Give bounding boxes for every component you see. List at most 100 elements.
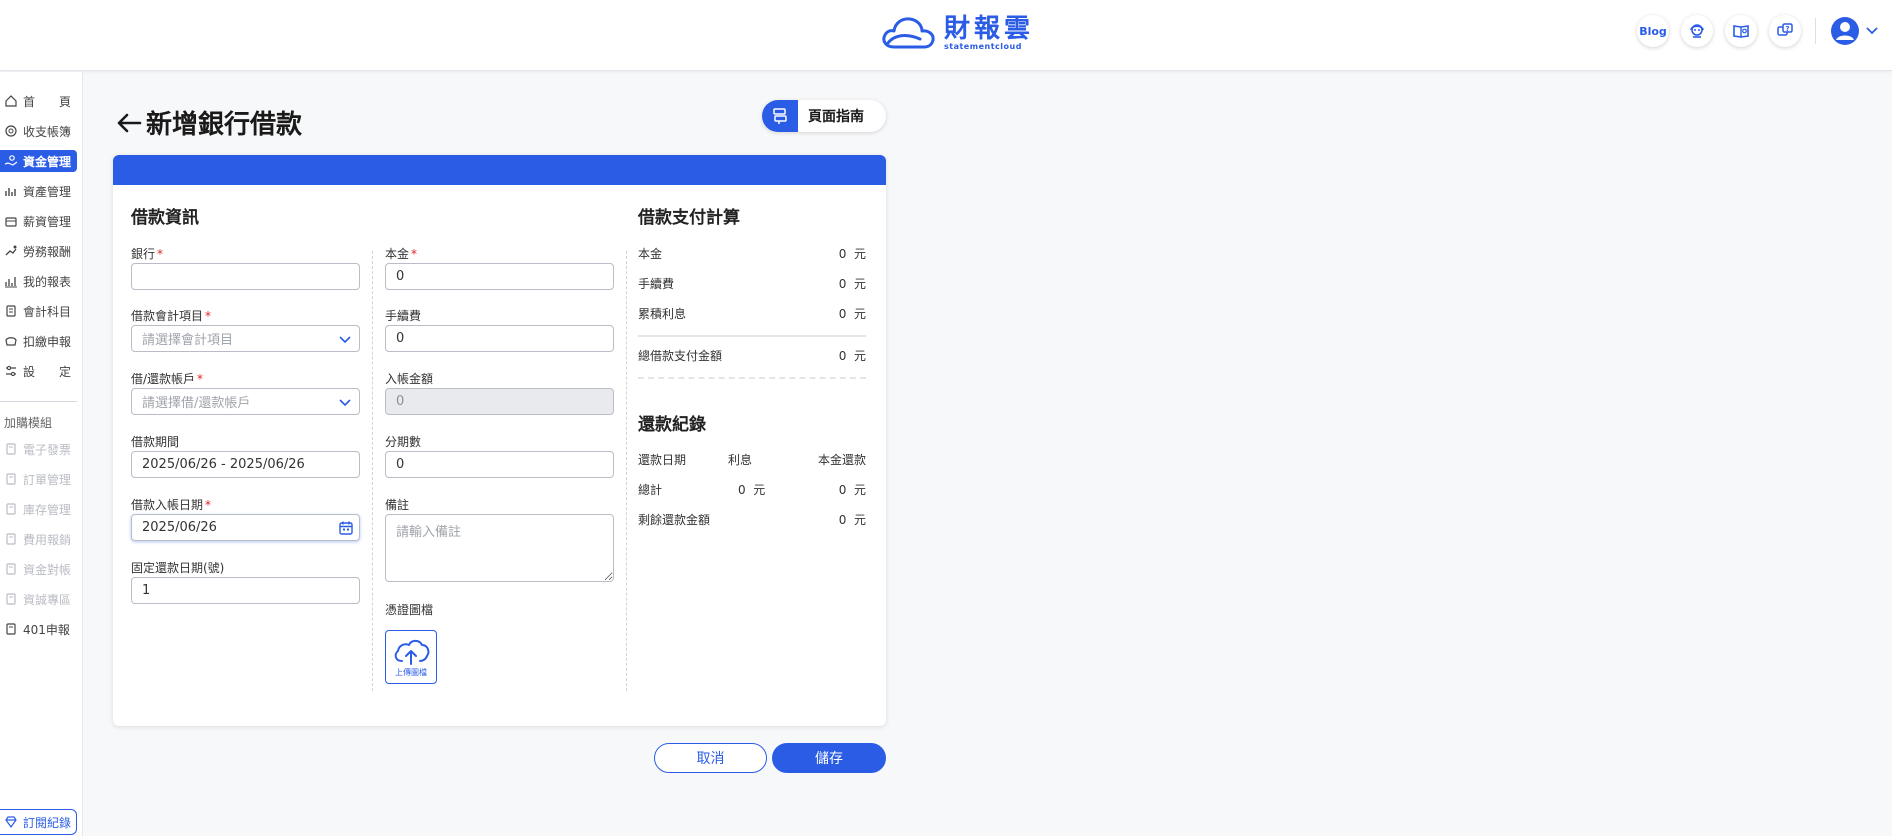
- fixed-day-label: 固定還款日期(號): [131, 561, 225, 575]
- calc-row-interest: 累積利息 0 元: [638, 305, 866, 322]
- principal-input[interactable]: [385, 263, 614, 290]
- sidebar-addon-expenses[interactable]: 費用報銷: [0, 528, 77, 550]
- note-textarea[interactable]: [385, 514, 614, 582]
- calc-row-fee: 手續費 0 元: [638, 275, 866, 292]
- faq-button[interactable]: ?: [1769, 15, 1801, 47]
- repay-account-select[interactable]: 請選擇借/還款帳戶: [131, 388, 360, 415]
- sidebar-item-label: 勞務報酬: [23, 244, 72, 259]
- fee-input[interactable]: [385, 325, 614, 352]
- back-button[interactable]: [116, 113, 142, 133]
- support-button[interactable]: [1681, 15, 1713, 47]
- chevron-down-icon: [339, 399, 351, 407]
- repay-account-placeholder: 請選擇借/還款帳戶: [142, 396, 251, 411]
- installments-input[interactable]: [385, 451, 614, 478]
- sidebar-addon-inventory[interactable]: 庫存管理: [0, 498, 77, 520]
- loan-info-title: 借款資訊: [131, 208, 199, 228]
- records-title: 還款紀錄: [638, 415, 706, 435]
- posted-amount-value: 0: [396, 394, 405, 409]
- ledger-icon: [6, 305, 16, 317]
- period-label: 借款期間: [131, 435, 180, 449]
- user-menu-toggle[interactable]: [1862, 21, 1882, 41]
- calc-row-value: 0: [838, 247, 847, 261]
- header-divider: [1815, 18, 1816, 44]
- manual-button[interactable]: [1725, 15, 1757, 47]
- calc-row-value: 0: [838, 277, 847, 291]
- deposit-date-input[interactable]: 2025/06/26: [131, 514, 360, 541]
- account-item-placeholder: 請選擇會計項目: [142, 333, 234, 348]
- report-icon: [5, 277, 17, 288]
- records-col-principal: 本金還款: [817, 453, 866, 467]
- account-item-select[interactable]: 請選擇會計項目: [131, 325, 360, 352]
- brand-name: 財報雲: [944, 13, 1035, 44]
- calc-row-label: 本金: [638, 247, 663, 261]
- currency-unit: 元: [853, 483, 866, 497]
- payroll-icon: [5, 217, 17, 227]
- sidebar-item-label: 401申報: [23, 622, 70, 637]
- note-label: 備註: [385, 498, 410, 512]
- module-icon: [6, 503, 16, 515]
- calendar-icon[interactable]: [338, 520, 354, 536]
- currency-unit: 元: [853, 307, 866, 321]
- sidebar-item-label: 我的報表: [23, 274, 72, 289]
- records-col-interest: 利息: [728, 453, 753, 467]
- support-robot-icon: [1690, 24, 1704, 38]
- page-title-text: 新增銀行借款: [146, 110, 303, 140]
- hand-money-icon: [4, 155, 18, 166]
- sidebar-item-accounts[interactable]: 會計科目: [0, 300, 77, 322]
- page-guide-button[interactable]: 頁面指南: [762, 100, 886, 132]
- sidebar-item-assets[interactable]: 資產管理: [0, 180, 77, 202]
- module-icon: [6, 473, 16, 485]
- brand-logo[interactable]: 財報雲 statementcloud: [880, 12, 1034, 54]
- sidebar-item-withholding[interactable]: 扣繳申報: [0, 330, 77, 352]
- sidebar-addon-pwc[interactable]: 資誠專區: [0, 588, 77, 610]
- calc-total-value: 0: [838, 349, 847, 363]
- sidebar-item-label: 資誠專區: [23, 592, 72, 607]
- module-icon: [6, 533, 16, 545]
- sidebar-item-payroll[interactable]: 薪資管理: [0, 210, 77, 232]
- sidebar-addon-einvoice[interactable]: 電子發票: [0, 438, 77, 460]
- calc-row-total: 總借款支付金額 0 元: [638, 347, 866, 364]
- bank-input[interactable]: [131, 263, 360, 290]
- settings-icon: [6, 365, 16, 377]
- page-guide-label: 頁面指南: [808, 109, 864, 125]
- chevron-down-icon: [1866, 27, 1878, 35]
- calc-total-label: 總借款支付金額: [638, 349, 723, 363]
- installments-label: 分期數: [385, 435, 422, 449]
- records-header: 還款日期 利息 本金還款: [638, 451, 866, 468]
- fee-label: 手續費: [385, 309, 422, 323]
- sidebar-item-funds[interactable]: 資金管理: [0, 150, 77, 172]
- upload-image-button[interactable]: 上傳圖檔: [385, 630, 437, 684]
- column-divider: [626, 251, 627, 691]
- sidebar-addon-401[interactable]: 401申報: [0, 618, 77, 640]
- records-total-interest: 0: [738, 483, 746, 497]
- addon-group-title: 加購模組: [4, 416, 53, 430]
- page-title: 新增銀行借款: [116, 104, 302, 141]
- sidebar-addon-orders[interactable]: 訂單管理: [0, 468, 77, 490]
- loan-form-card: 借款資訊 銀行 * 借款會計項目 * 請選擇會計項目 借/還款帳戶 * 請選擇借/還款…: [113, 155, 886, 726]
- calc-divider: [638, 335, 866, 337]
- principal-label: 本金 *: [385, 247, 418, 261]
- bank-label: 銀行 *: [131, 247, 164, 261]
- fixed-day-input[interactable]: [131, 577, 360, 604]
- sidebar-item-ledger[interactable]: 收支帳簿: [0, 120, 77, 142]
- user-avatar[interactable]: [1828, 14, 1862, 48]
- user-icon: [1831, 17, 1859, 45]
- sidebar-item-reports[interactable]: 我的報表: [0, 270, 77, 292]
- period-input[interactable]: 2025/06/26 - 2025/06/26: [131, 451, 360, 478]
- module-icon: [6, 563, 16, 575]
- sidebar-item-label: 資金管理: [23, 154, 72, 169]
- sidebar-addon-reconcile[interactable]: 資金對帳: [0, 558, 77, 580]
- sidebar-item-settings[interactable]: 設 定: [0, 360, 77, 382]
- sidebar-item-labor[interactable]: 勞務報酬: [0, 240, 77, 262]
- currency-unit: 元: [853, 247, 866, 261]
- withholding-icon: [5, 337, 17, 346]
- cancel-button[interactable]: 取消: [654, 743, 767, 773]
- calc-row-value: 0: [838, 307, 847, 321]
- save-button[interactable]: 儲存: [772, 743, 886, 773]
- sidebar-item-label: 收支帳簿: [23, 124, 72, 139]
- sidebar-item-home[interactable]: 首 頁: [0, 90, 77, 112]
- blog-button[interactable]: Blog: [1637, 15, 1669, 47]
- records-remaining-value: 0: [838, 513, 847, 527]
- svg-text:?: ?: [1785, 25, 1789, 33]
- subscription-records-button[interactable]: 訂閱紀錄: [0, 809, 77, 835]
